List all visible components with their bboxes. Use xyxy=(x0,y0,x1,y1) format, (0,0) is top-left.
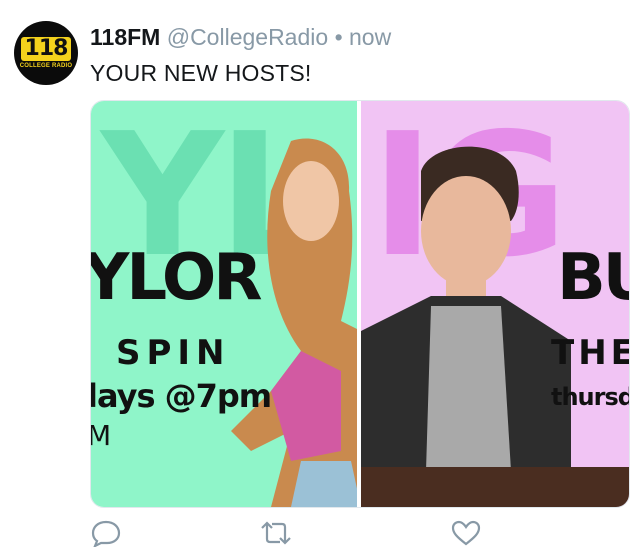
tweet-media[interactable]: YL YLOR SPIN lays @7pm M IG BU THE thurs… xyxy=(90,100,630,508)
host-name-right: BU xyxy=(557,241,629,315)
timestamp[interactable]: now xyxy=(349,24,391,50)
avatar-subtitle: COLLEGE RADIO xyxy=(19,63,73,69)
host-photo-male xyxy=(361,146,571,507)
show-time-right: thursd xyxy=(551,383,629,411)
reply-icon xyxy=(91,520,121,547)
show-name-right: THE xyxy=(551,333,629,373)
show-name-left: SPIN xyxy=(116,333,231,373)
host-photo-female xyxy=(231,138,357,507)
table-surface xyxy=(361,467,629,507)
user-handle[interactable]: @CollegeRadio xyxy=(167,24,328,50)
like-icon xyxy=(451,520,481,546)
avatar-number: 118 xyxy=(20,37,72,61)
tweet-text: YOUR NEW HOSTS! xyxy=(90,60,312,86)
media-right-panel[interactable]: IG BU THE thursd xyxy=(361,101,629,507)
display-name[interactable]: 118FM xyxy=(90,24,160,50)
show-time-left: lays @7pm xyxy=(91,377,272,415)
host-name-left: YLOR xyxy=(91,241,263,315)
retweet-button[interactable] xyxy=(260,518,292,548)
like-button[interactable] xyxy=(450,518,482,548)
retweet-icon xyxy=(261,521,291,545)
avatar[interactable]: 118 COLLEGE RADIO xyxy=(14,21,78,85)
station-left: M xyxy=(91,419,111,452)
tweet-header: 118FM @CollegeRadio • now xyxy=(90,22,391,52)
tweet-actions xyxy=(90,518,490,548)
reply-button[interactable] xyxy=(90,518,122,548)
media-left-panel[interactable]: YL YLOR SPIN lays @7pm M xyxy=(91,101,357,507)
separator-dot: • xyxy=(334,24,343,50)
